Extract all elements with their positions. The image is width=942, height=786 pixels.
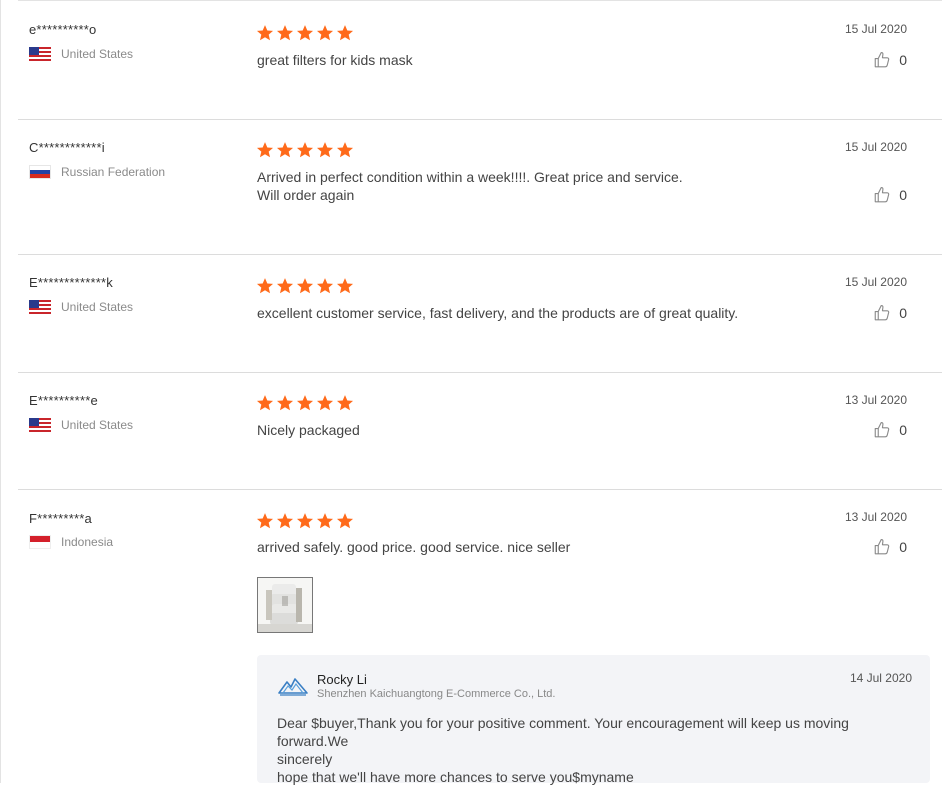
us-flag-icon	[29, 418, 51, 432]
country-name: United States	[61, 47, 134, 61]
review-photo-image	[258, 578, 312, 632]
review-item: F*********a Indonesia arrived safely. go…	[18, 490, 942, 786]
review-text-line: Will order again	[257, 187, 355, 203]
star-icon	[336, 394, 354, 412]
left-border	[0, 0, 1, 783]
seller-logo-icon	[278, 678, 308, 696]
reviewer-country: United States	[29, 47, 133, 61]
star-icon	[296, 512, 314, 530]
review-item: C************i Russian Federation Arrive…	[18, 120, 942, 255]
thumbs-up-icon	[873, 51, 891, 69]
star-icon	[256, 394, 274, 412]
like-count: 0	[899, 187, 907, 203]
review-text-line: Arrived in perfect condition within a we…	[257, 169, 683, 185]
review-date: 13 Jul 2020	[844, 510, 907, 524]
country-name: United States	[61, 418, 134, 432]
review-item: e**********o United States great filters…	[18, 0, 942, 120]
star-icon	[256, 512, 274, 530]
like-count: 0	[899, 539, 907, 555]
star-rating	[256, 24, 354, 42]
star-icon	[316, 24, 334, 42]
like-button[interactable]: 0	[873, 538, 907, 556]
star-icon	[256, 24, 274, 42]
country-name: United States	[61, 300, 134, 314]
star-icon	[316, 141, 334, 159]
star-icon	[336, 512, 354, 530]
star-icon	[296, 141, 314, 159]
reviewer-name: F*********a	[29, 511, 92, 526]
reviewer-name: e**********o	[29, 22, 97, 37]
star-icon	[256, 277, 274, 295]
review-date: 15 Jul 2020	[844, 22, 907, 36]
star-icon	[296, 24, 314, 42]
review-date: 15 Jul 2020	[844, 275, 907, 289]
star-icon	[316, 277, 334, 295]
like-button[interactable]: 0	[873, 304, 907, 322]
reviewer-country: United States	[29, 300, 133, 314]
review-text: great filters for kids mask	[257, 52, 413, 68]
star-rating	[256, 141, 354, 159]
seller-reply: Rocky Li Shenzhen Kaichuangtong E-Commer…	[257, 655, 930, 786]
country-name: Indonesia	[61, 535, 114, 549]
reviewer-name: C************i	[29, 140, 105, 155]
thumbs-up-icon	[873, 538, 891, 556]
star-rating	[256, 277, 354, 295]
like-count: 0	[899, 422, 907, 438]
thumbs-up-icon	[873, 304, 891, 322]
star-icon	[336, 141, 354, 159]
review-text: arrived safely. good price. good service…	[257, 539, 571, 555]
id-flag-icon	[29, 535, 51, 549]
like-count: 0	[899, 52, 907, 68]
star-icon	[296, 394, 314, 412]
seller-company: Shenzhen Kaichuangtong E-Commerce Co., L…	[317, 688, 556, 700]
review-item: E*************k United States excellent …	[18, 255, 942, 373]
star-icon	[276, 394, 294, 412]
thumbs-up-icon	[873, 421, 891, 439]
star-icon	[316, 512, 334, 530]
like-button[interactable]: 0	[873, 421, 907, 439]
ru-flag-icon	[29, 165, 51, 179]
star-icon	[276, 277, 294, 295]
reply-text-line: hope that we'll have more chances to ser…	[277, 769, 634, 785]
reply-text-line: Dear $buyer,Thank you for your positive …	[277, 715, 849, 749]
star-rating	[256, 512, 354, 530]
review-item: E**********e United States Nicely packag…	[18, 373, 942, 490]
reviewer-name: E**********e	[29, 393, 98, 408]
country-name: Russian Federation	[61, 165, 166, 179]
review-date: 13 Jul 2020	[844, 393, 907, 407]
reviewer-country: Russian Federation	[29, 165, 165, 179]
review-text: Nicely packaged	[257, 422, 360, 438]
star-icon	[276, 24, 294, 42]
us-flag-icon	[29, 47, 51, 61]
seller-name: Rocky Li	[317, 672, 367, 687]
review-date: 15 Jul 2020	[844, 140, 907, 154]
us-flag-icon	[29, 300, 51, 314]
reviewer-name: E*************k	[29, 275, 113, 290]
reviewer-country: Indonesia	[29, 535, 113, 549]
like-count: 0	[899, 305, 907, 321]
like-button[interactable]: 0	[873, 51, 907, 69]
reviewer-country: United States	[29, 418, 133, 432]
thumbs-up-icon	[873, 186, 891, 204]
reply-text: Dear $buyer,Thank you for your positive …	[277, 714, 917, 786]
star-icon	[336, 277, 354, 295]
star-icon	[316, 394, 334, 412]
star-icon	[276, 512, 294, 530]
star-icon	[336, 24, 354, 42]
star-icon	[256, 141, 274, 159]
star-rating	[256, 394, 354, 412]
star-icon	[296, 277, 314, 295]
reply-text-line: sincerely	[277, 751, 333, 767]
like-button[interactable]: 0	[873, 186, 907, 204]
review-photo-thumbnail[interactable]	[257, 577, 313, 633]
star-icon	[276, 141, 294, 159]
review-text: excellent customer service, fast deliver…	[257, 305, 739, 321]
reply-date: 14 Jul 2020	[849, 671, 912, 685]
review-text: Arrived in perfect condition within a we…	[257, 168, 683, 204]
